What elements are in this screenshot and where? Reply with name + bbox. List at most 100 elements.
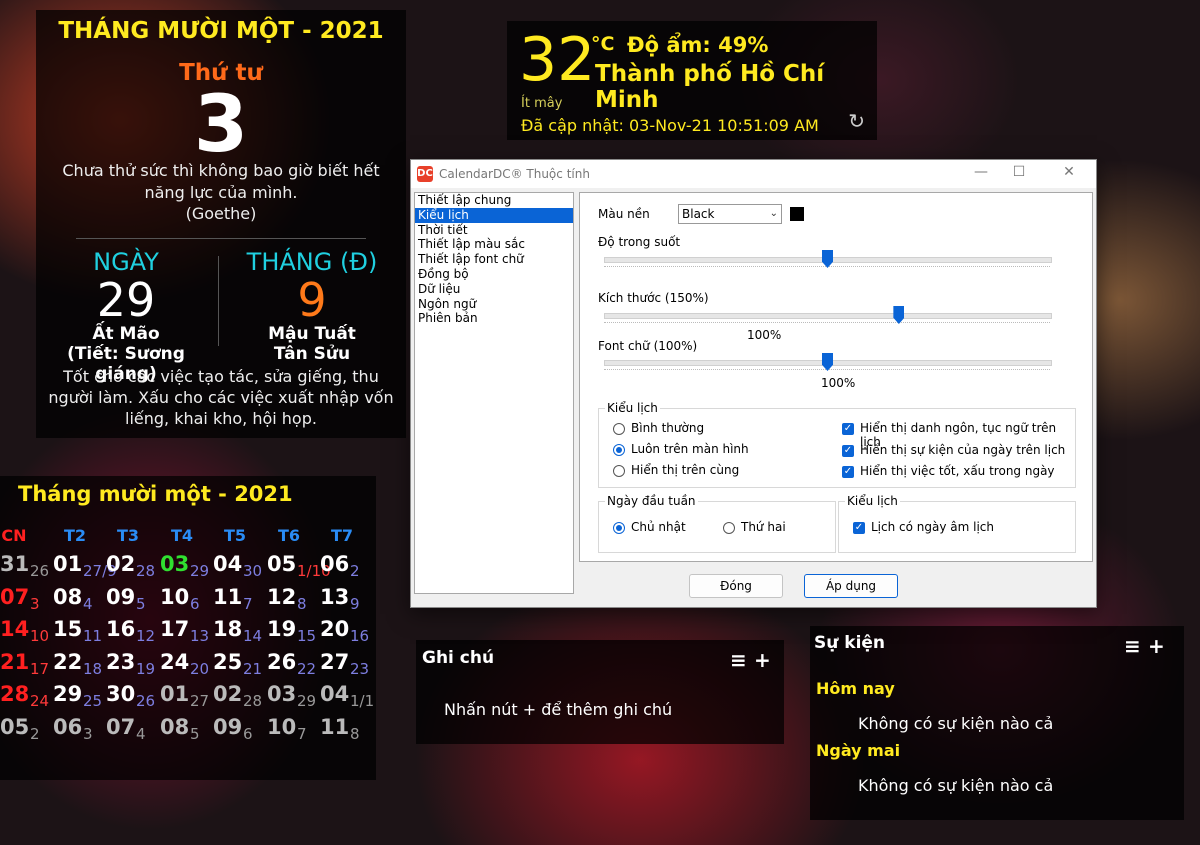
- calendar-day-cell[interactable]: 23 19: [106, 650, 159, 682]
- maximize-button[interactable]: ☐: [1004, 164, 1034, 184]
- calendar-day-cell[interactable]: 11 8: [320, 715, 373, 747]
- checkbox-show-quote[interactable]: ✓: [842, 423, 854, 435]
- radio-always-on-screen[interactable]: [613, 444, 625, 456]
- calendar-day-cell[interactable]: 01 27: [160, 682, 213, 714]
- calendar-day-cell[interactable]: 20 16: [320, 617, 373, 649]
- calendar-day-cell[interactable]: 30 26: [106, 682, 159, 714]
- events-menu-icon[interactable]: ≡: [1124, 634, 1141, 658]
- calendar-day-cell[interactable]: 10 7: [267, 715, 320, 747]
- checkbox-show-events-label[interactable]: Hiển thị sự kiện của ngày trên lịch: [860, 443, 1065, 457]
- calendar-day-cell[interactable]: 08 5: [160, 715, 213, 747]
- radio-monday[interactable]: [723, 522, 735, 534]
- calendar-day-cell[interactable]: 08 4: [53, 585, 106, 617]
- radio-monday-label[interactable]: Thứ hai: [741, 520, 786, 534]
- calendar-day-cell[interactable]: 04 1/1: [320, 682, 374, 714]
- calendar-day-number: 10: [267, 714, 297, 739]
- radio-sunday-label[interactable]: Chủ nhật: [631, 520, 686, 534]
- apply-button[interactable]: Áp dụng: [804, 574, 898, 598]
- calendar-day-cell[interactable]: 06 2: [320, 552, 373, 584]
- events-add-icon[interactable]: +: [1148, 634, 1165, 658]
- calendar-day-cell[interactable]: 16 12: [106, 617, 159, 649]
- radio-show-on-top[interactable]: [613, 465, 625, 477]
- calendar-day-number: 14: [0, 617, 30, 641]
- weekday-header: T6: [277, 526, 301, 545]
- calendar-day-cell[interactable]: 15 11: [53, 617, 106, 649]
- lunar-day-label: NGÀY: [93, 248, 159, 276]
- notes-menu-icon[interactable]: ≡: [730, 648, 747, 672]
- calendar-day-cell[interactable]: 29 25: [53, 682, 106, 714]
- events-tomorrow-text: Không có sự kiện nào cả: [858, 776, 1054, 795]
- calendar-day-cell[interactable]: 07 4: [106, 715, 159, 747]
- nav-item[interactable]: Kiểu lịch: [415, 207, 573, 223]
- nav-item[interactable]: Phiên bản: [415, 311, 573, 326]
- weekday-header: T7: [330, 526, 354, 545]
- calendar-day-cell[interactable]: 26 22: [267, 650, 320, 682]
- calendar-day-cell[interactable]: 06 3: [53, 715, 106, 747]
- nav-item[interactable]: Thiết lập màu sắc: [415, 237, 573, 252]
- checkbox-show-events[interactable]: ✓: [842, 445, 854, 457]
- calendar-day-cell[interactable]: 18 14: [213, 617, 266, 649]
- calendar-day-cell[interactable]: 11 7: [213, 585, 266, 617]
- nav-item[interactable]: Đồng bộ: [415, 267, 573, 282]
- calendar-day-cell[interactable]: 12 8: [267, 585, 320, 617]
- calendar-day-cell[interactable]: 21 17: [0, 650, 53, 682]
- calendar-day-cell[interactable]: 13 9: [320, 585, 373, 617]
- calendar-lunar-day: 20: [190, 659, 210, 678]
- nav-item[interactable]: Thiết lập chung: [415, 193, 573, 208]
- calendar-day-cell[interactable]: 25 21: [213, 650, 266, 682]
- calendar-day-cell[interactable]: 05 1/10: [267, 552, 331, 584]
- radio-show-on-top-label[interactable]: Hiển thị trên cùng: [631, 463, 739, 477]
- checkbox-lunar-dates[interactable]: ✓: [853, 522, 865, 534]
- calendar-day-number: 09: [106, 584, 136, 609]
- app-icon: DC: [417, 166, 433, 182]
- weather-updated-time: Đã cập nhật: 03-Nov-21 10:51:09 AM: [521, 116, 819, 135]
- calendar-lunar-day: 29: [190, 562, 210, 580]
- calendar-type-group-title: Kiểu lịch: [845, 494, 900, 508]
- calendar-lunar-day: 23: [350, 659, 370, 678]
- checkbox-lunar-dates-label[interactable]: Lịch có ngày âm lịch: [871, 520, 994, 534]
- calendar-day-cell[interactable]: 17 13: [160, 617, 213, 649]
- size-slider-track[interactable]: [604, 313, 1052, 319]
- refresh-icon[interactable]: ↻: [848, 109, 865, 133]
- notes-add-icon[interactable]: +: [754, 648, 771, 672]
- calendar-lunar-day: 22: [297, 659, 317, 678]
- radio-always-on-screen-label[interactable]: Luôn trên màn hình: [631, 442, 749, 456]
- events-today-text: Không có sự kiện nào cả: [858, 714, 1054, 733]
- close-button[interactable]: Đóng: [689, 574, 783, 598]
- calendar-day-cell[interactable]: 05 2: [0, 715, 53, 747]
- calendar-day-cell[interactable]: 27 23: [320, 650, 373, 682]
- close-window-button[interactable]: ✕: [1054, 164, 1084, 184]
- lunar-day-column: NGÀY 29 Ất Mão (Tiết: Sương giáng): [36, 248, 216, 384]
- calendar-day-cell[interactable]: 31 26: [0, 552, 53, 584]
- checkbox-show-good-bad[interactable]: ✓: [842, 466, 854, 478]
- minimize-button[interactable]: —: [966, 164, 996, 184]
- calendar-day-cell[interactable]: 04 30: [213, 552, 266, 584]
- nav-item[interactable]: Dữ liệu: [415, 282, 573, 297]
- calendar-day-cell[interactable]: 02 28: [213, 682, 266, 714]
- calendar-day-cell[interactable]: 22 18: [53, 650, 106, 682]
- radio-normal[interactable]: [613, 423, 625, 435]
- calendar-day-cell[interactable]: 03 29: [160, 552, 213, 584]
- nav-item[interactable]: Ngôn ngữ: [415, 297, 573, 312]
- calendar-day-cell[interactable]: 09 5: [106, 585, 159, 617]
- day-advice: Tốt cho các việc tạo tác, sửa giếng, thu…: [46, 366, 396, 429]
- calendar-day-cell[interactable]: 03 29: [267, 682, 320, 714]
- calendar-day-cell[interactable]: 24 20: [160, 650, 213, 682]
- radio-normal-label[interactable]: Bình thường: [631, 421, 704, 435]
- nav-item[interactable]: Thiết lập font chữ: [415, 252, 573, 267]
- calendar-day-cell[interactable]: 02 28: [106, 552, 159, 584]
- radio-sunday[interactable]: [613, 522, 625, 534]
- nav-item[interactable]: Thời tiết: [415, 223, 573, 238]
- checkbox-show-good-bad-label[interactable]: Hiển thị việc tốt, xấu trong ngày: [860, 464, 1055, 478]
- calendar-day-cell[interactable]: 19 15: [267, 617, 320, 649]
- calendar-day-cell[interactable]: 09 6: [213, 715, 266, 747]
- dialog-titlebar[interactable]: DC CalendarDC® Thuộc tính — ☐ ✕: [411, 160, 1096, 188]
- calendar-day-cell[interactable]: 10 6: [160, 585, 213, 617]
- calendar-day-cell[interactable]: 14 10: [0, 617, 53, 649]
- calendar-lunar-day: 5: [136, 594, 146, 613]
- calendar-day-cell[interactable]: 01 27/9: [53, 552, 117, 584]
- weather-widget: 32 °C Độ ẩm: 49% Thành phố Hồ Chí Minh Í…: [507, 21, 877, 140]
- calendar-day-cell[interactable]: 07 3: [0, 585, 53, 617]
- calendar-day-cell[interactable]: 28 24: [0, 682, 53, 714]
- background-color-select[interactable]: Black ⌄: [678, 204, 782, 224]
